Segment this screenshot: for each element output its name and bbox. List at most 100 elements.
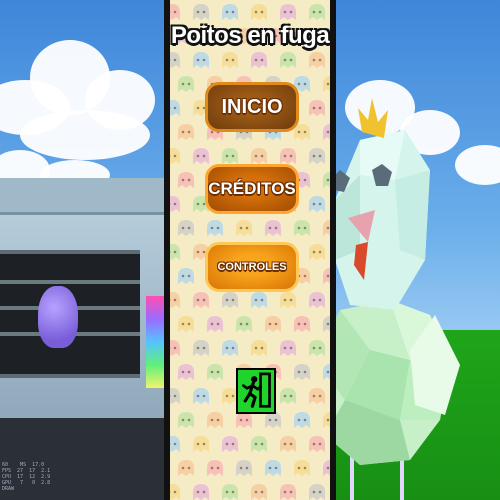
main-menu-panel: Poitos en fuga INICIO CRÉDITOS CONTROLES [164,0,336,500]
ghost-pattern-shape [236,460,252,476]
ghost-pattern-shape [280,148,296,164]
ghost-pattern-shape [193,4,209,20]
ghost-pattern-shape [323,460,330,476]
ghost-pattern-shape [236,316,252,332]
ghost-pattern-shape [251,52,267,68]
ghost-pattern-shape [309,244,325,260]
ghost-pattern-shape [309,340,325,356]
ghost-pattern-shape [309,4,325,20]
ghost-pattern-shape [280,484,296,500]
ghost-pattern-shape [323,76,330,92]
ghost-pattern-shape [193,388,209,404]
ghost-pattern-shape [222,4,238,20]
ghost-pattern-shape [178,412,194,428]
ghost-pattern-shape [309,148,325,164]
ghost-pattern-shape [280,52,296,68]
ghost-pattern-shape [309,52,325,68]
menu-background: Poitos en fuga INICIO CRÉDITOS CONTROLES [170,0,330,500]
exit-running-person-icon [242,372,271,408]
ghost-pattern-shape [178,364,194,380]
ghost-pattern-shape [280,4,296,20]
ghost-pattern-shape [178,220,194,236]
ghost-pattern-shape [323,412,330,428]
start-button[interactable]: INICIO [205,82,299,132]
ghost-pattern-shape [170,100,180,116]
ghost-pattern-shape [222,340,238,356]
ghost-pattern-shape [178,76,194,92]
ghost-pattern-shape [193,292,209,308]
ghost-pattern-shape [193,340,209,356]
ghost-pattern-shape [309,388,325,404]
ghost-pattern-shape [265,316,281,332]
ghost-pattern-shape [323,364,330,380]
ghost-pattern-shape [222,292,238,308]
controls-button[interactable]: CONTROLES [205,242,299,292]
ghost-pattern-shape [251,484,267,500]
ghost-pattern-shape [309,100,325,116]
ghost-pattern-shape [207,316,223,332]
ghost-pattern-shape [222,484,238,500]
credits-button[interactable]: CRÉDITOS [205,164,299,214]
ghost-pattern-shape [251,292,267,308]
ghost-pattern-shape [294,412,310,428]
ghost-pattern-shape [222,148,238,164]
ghost-pattern-shape [265,460,281,476]
ghost-pattern-shape [170,52,180,68]
ghost-pattern-shape [207,220,223,236]
ghost-pattern-shape [170,292,180,308]
ghost-pattern-shape [222,52,238,68]
ghost-pattern-shape [323,220,330,236]
ghost-pattern-shape [178,268,194,284]
ghost-pattern-shape [178,124,194,140]
ghost-pattern-shape [309,484,325,500]
ghost-pattern-shape [280,292,296,308]
cloud [20,110,150,160]
game-title: Poitos en fuga [170,22,330,49]
ghost-pattern-shape [280,388,296,404]
ghost-pattern-shape [251,436,267,452]
ghost-pattern-shape [323,268,330,284]
ghost-pattern-shape [294,124,310,140]
ghost-pattern-shape [265,220,281,236]
ghost-pattern-shape [323,172,330,188]
ghost-pattern-shape [170,484,180,500]
ghost-pattern-shape [207,460,223,476]
ghost-pattern-shape [193,436,209,452]
ghost-pattern-shape [170,196,180,212]
debug-stats-overlay: 60 MS 17.0 FPS 27 17 2.1 CPU 17 12 2.9 G… [2,462,51,492]
ghost-pattern-shape [251,148,267,164]
ghost-pattern-shape [207,412,223,428]
ghost-pattern-shape [207,364,223,380]
ghost-pattern-shape [323,124,330,140]
ghost-pattern-shape [193,52,209,68]
ghost-pattern-shape [309,436,325,452]
ghost-pattern-shape [178,460,194,476]
exit-button[interactable] [236,368,276,414]
ghost-pattern-shape [294,460,310,476]
ghost-pattern-shape [170,244,180,260]
ghost-pattern-shape [193,484,209,500]
ghost-pattern-shape [193,148,209,164]
rainbow-panel [146,296,164,388]
purple-chick-character [38,286,78,348]
ghost-pattern-shape [251,340,267,356]
ghost-pattern-shape [309,292,325,308]
ghost-pattern-shape [170,388,180,404]
ghost-pattern-shape [251,4,267,20]
ghost-pattern-shape [170,340,180,356]
ghost-pattern-shape [280,340,296,356]
ghost-pattern-shape [309,196,325,212]
ghost-pattern-shape [236,220,252,236]
ghost-pattern-shape [178,316,194,332]
machine-prop [0,178,165,418]
ghost-pattern-shape [170,436,180,452]
ghost-pattern-shape [294,220,310,236]
ghost-pattern-shape [323,316,330,332]
ghost-pattern-shape [178,172,194,188]
ghost-pattern-shape [170,148,180,164]
ghost-pattern-shape [294,316,310,332]
ghost-pattern-shape [170,4,180,20]
ghost-pattern-shape [222,436,238,452]
ghost-pattern-shape [294,364,310,380]
ghost-pattern-shape [280,436,296,452]
